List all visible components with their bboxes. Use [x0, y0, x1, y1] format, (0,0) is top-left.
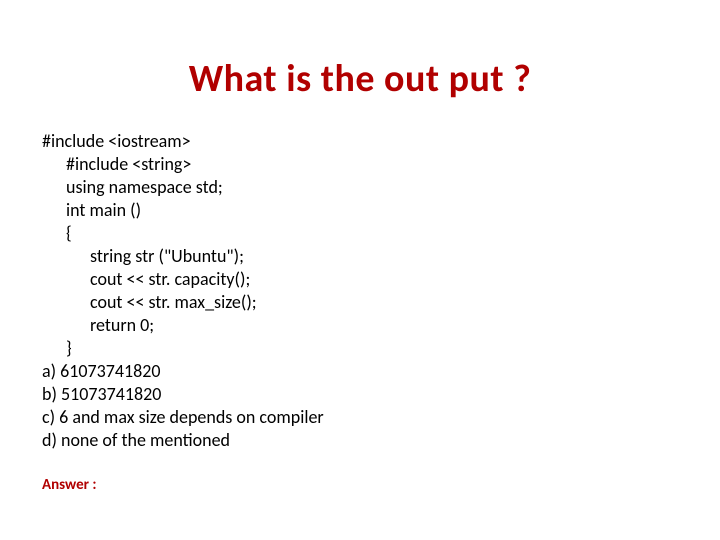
- code-line: int main (): [42, 199, 680, 222]
- slide-body: #include <iostream> #include <string> us…: [0, 130, 720, 452]
- option-c: c) 6 and max size depends on compiler: [42, 406, 680, 429]
- code-line: string str ("Ubuntu");: [42, 245, 680, 268]
- code-line: cout << str. max_size();: [42, 291, 680, 314]
- code-line: #include <string>: [42, 153, 680, 176]
- answer-label: Answer :: [0, 476, 720, 494]
- code-line: using namespace std;: [42, 176, 680, 199]
- option-d: d) none of the mentioned: [42, 429, 680, 452]
- code-line: cout << str. capacity();: [42, 268, 680, 291]
- code-line: {: [42, 222, 680, 245]
- code-line: #include <iostream>: [42, 130, 680, 153]
- slide: What is the out put ? #include <iostream…: [0, 0, 720, 540]
- code-line: return 0;: [42, 314, 680, 337]
- slide-title: What is the out put ?: [0, 0, 720, 130]
- code-line: }: [42, 337, 680, 360]
- option-b: b) 51073741820: [42, 383, 680, 406]
- option-a: a) 61073741820: [42, 360, 680, 383]
